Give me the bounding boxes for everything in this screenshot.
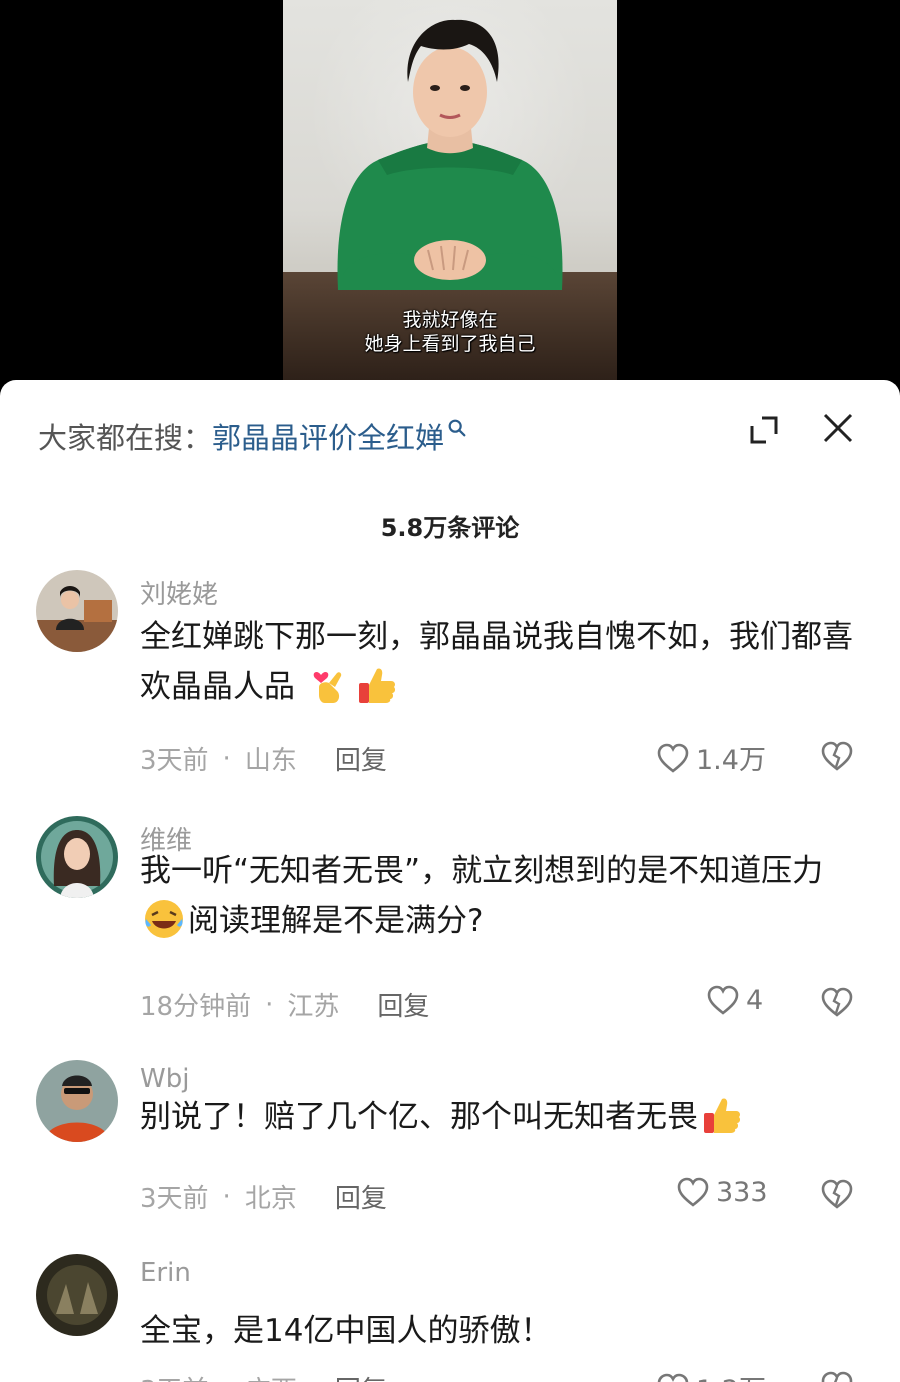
like-button[interactable]: 4 (706, 984, 763, 1016)
comment-count: 5.8万条评论 (380, 514, 520, 542)
video-subtitle: 我就好像在 她身上看到了我自己 (283, 308, 617, 356)
like-count: 333 (716, 1176, 768, 1208)
like-button[interactable]: 1.4万 (656, 738, 766, 777)
comment-text-body-2: 阅读理解是不是满分? (188, 903, 484, 939)
comment-text-body: 全宝，是14亿中国人的骄傲！ (140, 1313, 552, 1349)
avatar[interactable] (36, 1060, 118, 1142)
comment-username[interactable]: 刘姥姥 (140, 574, 218, 611)
laughing-tears-emoji (145, 899, 183, 938)
comment-username[interactable]: Erin (140, 1258, 191, 1288)
search-prefix-label: 大家都在搜： (38, 421, 213, 455)
reply-button[interactable]: 回复 (377, 986, 429, 1023)
like-button[interactable]: 333 (676, 1176, 768, 1208)
comment-meta: 3天前 · 北京 回复 (140, 1178, 387, 1215)
comment-location: 北京 (244, 1184, 297, 1214)
thumbs-up-emoji (358, 667, 395, 703)
subtitle-line-1: 我就好像在 (402, 309, 498, 331)
comment-time: 3天前 (140, 1184, 209, 1214)
comment-time: 3天前 (140, 1370, 209, 1382)
comment-text: 全红婵跳下那一刻，郭晶晶说我自愧不如，我们都喜欢晶晶人品 (140, 612, 860, 712)
comment-text: 我一听“无知者无畏”，就立刻想到的是不知道压力 阅读理解是不是满分? (140, 846, 860, 946)
avatar[interactable] (36, 1254, 118, 1336)
comment-username[interactable]: Wbj (140, 1064, 189, 1094)
comment-sheet: 大家都在搜： 郭晶晶评价全红婵 5.8万条评论 刘姥姥 全红婵跳下那一刻，郭晶晶… (0, 380, 900, 1382)
reply-button[interactable]: 回复 (335, 1178, 387, 1215)
avatar[interactable] (36, 570, 118, 652)
comment-location: 江苏 (287, 992, 340, 1022)
comment-text-body: 别说了！赔了几个亿、那个叫无知者无畏 (140, 1099, 698, 1135)
heart-icon (657, 1373, 689, 1382)
comment-location: 广西 (245, 1370, 297, 1382)
like-count: 1.2万 (696, 1368, 766, 1382)
broken-heart-icon[interactable] (820, 1370, 854, 1382)
avatar[interactable] (36, 816, 118, 898)
broken-heart-icon[interactable] (820, 740, 854, 772)
finger-heart-emoji (313, 671, 342, 703)
reply-button[interactable]: 回复 (335, 1370, 387, 1382)
comment-meta: 3天前 · 山东 回复 (140, 740, 387, 777)
comment-text: 别说了！赔了几个亿、那个叫无知者无畏 (140, 1092, 860, 1142)
heart-icon (677, 1177, 709, 1207)
subtitle-line-2: 她身上看到了我自己 (364, 333, 536, 355)
video-person-image (337, 19, 563, 290)
trending-search-link[interactable]: 郭晶晶评价全红婵 (212, 415, 444, 457)
close-icon[interactable] (818, 408, 858, 448)
thumbs-up-emoji (704, 1097, 741, 1133)
like-count: 4 (746, 984, 764, 1016)
comment-text-body: 全红婵跳下那一刻，郭晶晶说我自愧不如，我们都喜欢晶晶人品 (140, 619, 853, 705)
comment-meta: 3天前 · 广西 回复 (140, 1370, 387, 1382)
expand-icon[interactable] (744, 410, 784, 450)
search-icon (448, 419, 466, 437)
comment-meta: 18分钟前 · 江苏 回复 (140, 986, 429, 1023)
comment-time: 3天前 (140, 746, 209, 776)
reply-button[interactable]: 回复 (335, 740, 387, 777)
broken-heart-icon[interactable] (820, 986, 854, 1018)
heart-icon (657, 743, 689, 773)
comment-text: 全宝，是14亿中国人的骄傲！ (140, 1306, 860, 1356)
video-player[interactable]: 我就好像在 她身上看到了我自己 (0, 0, 900, 400)
like-button[interactable]: 1.2万 (656, 1368, 766, 1382)
comment-time: 18分钟前 (140, 992, 252, 1022)
like-count: 1.4万 (696, 745, 766, 776)
heart-icon (707, 985, 739, 1015)
broken-heart-icon[interactable] (820, 1178, 854, 1210)
comment-location: 山东 (244, 746, 297, 776)
comment-text-body: 我一听“无知者无畏”，就立刻想到的是不知道压力 (140, 853, 824, 889)
trending-search-bar[interactable]: 大家都在搜： 郭晶晶评价全红婵 (38, 416, 468, 456)
